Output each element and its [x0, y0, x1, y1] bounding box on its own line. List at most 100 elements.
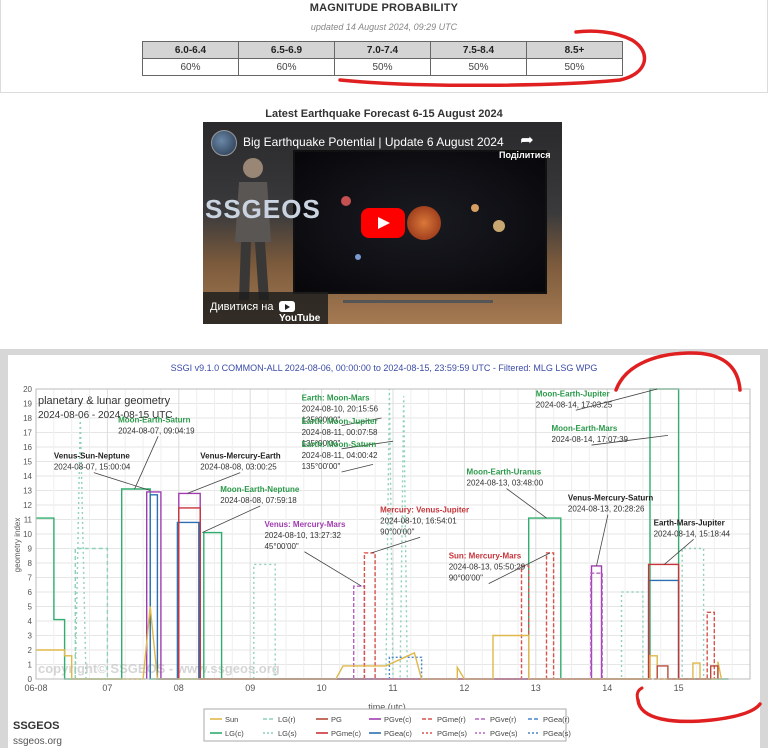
magnitude-table: 6.0-6.4 6.5-6.9 7.0-7.4 7.5-8.4 8.5+ 60%…: [142, 41, 623, 76]
magnitude-panel: MAGNITUDE PROBABILITY updated 14 August …: [0, 0, 768, 93]
annotation-title: Earth: Moon-Jupiter: [302, 417, 378, 426]
legend-entry: PGme(c): [331, 729, 362, 738]
annotation-date: 2024-08-07, 15:00:04: [54, 463, 131, 472]
planet-small: [355, 254, 361, 260]
y-tick-label: 17: [23, 429, 32, 438]
annotation-title: Moon-Earth-Neptune: [220, 485, 300, 494]
y-tick-label: 1: [28, 661, 33, 670]
y-tick-label: 9: [28, 545, 33, 554]
planet-small: [341, 196, 351, 206]
annotation-date: 2024-08-08, 03:00:25: [200, 463, 277, 472]
annotation-date: 2024-08-10, 13:27:32: [264, 531, 341, 540]
annotation-date: 2024-08-11, 04:00:42: [302, 451, 378, 460]
annotation-date: 2024-08-07, 09:04:19: [118, 426, 195, 435]
annotation-date: 2024-08-13, 05:50:29: [449, 563, 526, 572]
x-tick-label: 13: [531, 683, 541, 693]
y-tick-label: 20: [23, 385, 32, 394]
legend-entry: PGve(r): [490, 715, 517, 724]
annotation-date: 2024-08-10, 20:15:56: [302, 405, 379, 414]
magnitude-value: 60%: [142, 58, 239, 76]
magnitude-header: 7.0-7.4: [334, 41, 431, 59]
info-box-title: planetary & lunar geometry: [38, 395, 171, 407]
y-tick-label: 10: [23, 530, 32, 539]
annotation-date: 2024-08-08, 07:59:18: [220, 496, 297, 505]
y-tick-label: 5: [28, 603, 33, 612]
annotation-title: Moon-Earth-Mars: [552, 424, 618, 433]
magnitude-title: MAGNITUDE PROBABILITY: [309, 2, 459, 14]
youtube-label: YouTube: [279, 313, 321, 324]
y-tick-label: 16: [23, 443, 32, 452]
footer-url[interactable]: ssgeos.org: [13, 736, 62, 747]
annotation-venus-sun-neptune: Venus-Sun-Neptune 2024-08-07, 15:00:04: [54, 452, 151, 491]
annotation-title: Sun: Mercury-Mars: [449, 552, 522, 561]
youtube-icon: [279, 301, 295, 312]
y-tick-label: 19: [23, 400, 32, 409]
magnitude-value: 60%: [238, 58, 335, 76]
annotation-title: Venus: Mercury-Mars: [264, 520, 345, 529]
x-tick-label: 12: [459, 683, 469, 693]
watermark: copyright© SSGEOS - www.ssgeos.org: [38, 661, 280, 676]
legend: Sun LG(c) LG(r) LG(s) PG PGme(c) PGve(c) PGea(c…: [203, 708, 571, 742]
annotation-earth-moon-saturn: Earth: Moon-Saturn 2024-08-11, 04:00:42 13…: [302, 440, 378, 473]
y-axis-label: geometry index: [13, 518, 22, 573]
y-tick-label: 4: [28, 617, 33, 626]
annotation-date: 2024-08-13, 20:28:26: [568, 505, 645, 514]
annotation-leader: [506, 488, 547, 519]
footer-brand: SSGEOS: [13, 720, 60, 732]
annotation-venus-mercury-saturn: Venus-Mercury-Saturn 2024-08-13, 20:28:26: [568, 494, 653, 566]
annotation-angle: 90°00'00": [449, 574, 483, 583]
magnitude-value-row: 60% 60% 50% 50% 50%: [142, 58, 623, 76]
chart-panel: SSGI v9.1.0 COMMON-ALL 2024-08-06, 00:00…: [0, 349, 768, 748]
video-player[interactable]: SSGEOS Big Earthquake Potential | Update…: [203, 122, 562, 324]
legend-entry: PGme(r): [437, 715, 466, 724]
annotation-angle: 135°00'00": [302, 462, 341, 471]
y-tick-label: 18: [23, 414, 32, 423]
x-tick-label: 07: [102, 683, 112, 693]
series-line: [74, 547, 109, 679]
annotation-leader: [596, 514, 609, 566]
x-tick-label: 14: [602, 683, 612, 693]
chart-card: SSGI v9.1.0 COMMON-ALL 2024-08-06, 00:00…: [8, 355, 760, 748]
annotation-leader: [93, 472, 151, 491]
annotation-date: 2024-08-13, 03:48:00: [467, 479, 544, 488]
annotation-title: Moon-Earth-Uranus: [467, 468, 542, 477]
y-tick-label: 13: [23, 487, 32, 496]
video-tv-screen: [293, 150, 547, 294]
annotation-date: 2024-08-14, 17:03:25: [536, 400, 613, 409]
magnitude-value: 50%: [430, 58, 527, 76]
legend-entry: Sun: [225, 715, 238, 724]
watch-on-label: Дивитися на: [210, 301, 274, 313]
annotation-title: Venus-Mercury-Earth: [200, 452, 281, 461]
planet-small: [493, 220, 505, 232]
youtube-logo: YouTube: [279, 301, 328, 324]
x-tick-label: 06-08: [24, 683, 47, 693]
legend-entry: PGve(s): [490, 729, 518, 738]
annotation-angle: 45°00'00": [264, 542, 298, 551]
y-tick-label: 7: [28, 574, 33, 583]
presenter-figure: [235, 158, 271, 300]
legend-entry: LG(c): [225, 729, 244, 738]
y-tick-label: 12: [23, 501, 32, 510]
legend-entry: PGea(r): [543, 715, 570, 724]
geometry-chart: copyright© SSGEOS - www.ssgeos.org 01234…: [13, 385, 751, 742]
magnitude-value: 50%: [526, 58, 623, 76]
legend-entry: PGme(s): [437, 729, 468, 738]
share-label[interactable]: Поділитися: [499, 150, 551, 160]
annotation-leader: [304, 551, 362, 587]
planet-small: [471, 204, 479, 212]
annotation-title: Venus-Sun-Neptune: [54, 452, 131, 461]
legend-entry: LG(r): [278, 715, 296, 724]
channel-avatar[interactable]: [211, 130, 237, 156]
annotation-venus-mercury-mars: Venus: Mercury-Mars 2024-08-10, 13:27:32 4…: [264, 520, 362, 587]
y-tick-label: 8: [28, 559, 33, 568]
watch-on-youtube-button[interactable]: Дивитися на YouTube: [203, 292, 328, 324]
annotation-mercury-venus-jupiter: Mercury: Venus-Jupiter 2024-08-10, 16:54:…: [371, 505, 469, 554]
video-title[interactable]: Big Earthquake Potential | Update 6 Augu…: [243, 135, 504, 149]
y-tick-label: 2: [28, 646, 33, 655]
share-icon[interactable]: ➦: [515, 130, 539, 149]
x-tick-label: 09: [245, 683, 255, 693]
magnitude-header: 7.5-8.4: [430, 41, 527, 59]
magnitude-header: 8.5+: [526, 41, 623, 59]
play-button[interactable]: [361, 208, 405, 238]
planet-sun: [407, 206, 441, 240]
